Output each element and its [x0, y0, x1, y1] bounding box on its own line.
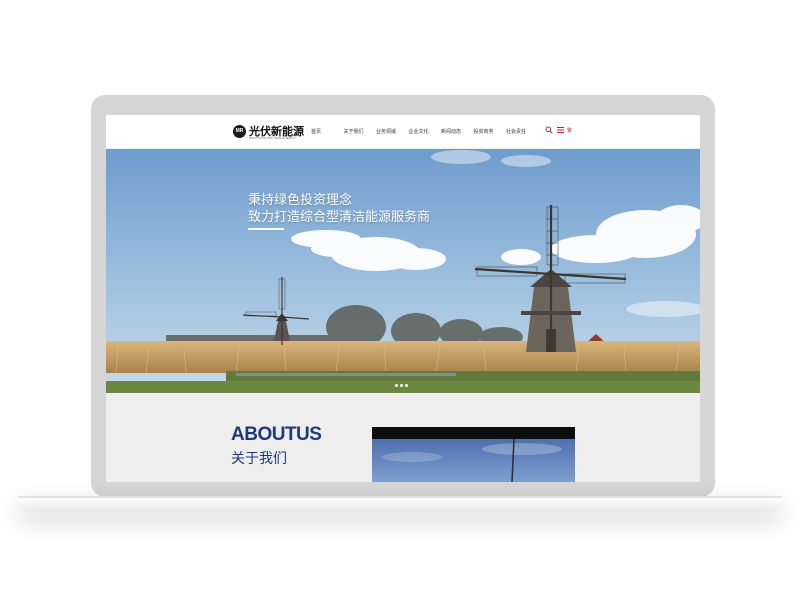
nav-item-responsibility[interactable]: 社会责任: [506, 128, 539, 135]
nav-item-home[interactable]: 首页: [311, 128, 344, 135]
search-icon[interactable]: [545, 126, 553, 134]
nav-item-investment[interactable]: 投资商务: [474, 128, 507, 135]
logo-icon[interactable]: MR: [233, 125, 246, 138]
slider-pagination: [395, 384, 408, 387]
site-header: MR 光伏新能源 PHOTOVOLTAIC NEW ENERGY 首页 关于我们…: [106, 115, 700, 149]
about-section: ABOUTUS 关于我们: [106, 393, 700, 482]
nav-item-business[interactable]: 业务领域: [376, 128, 409, 135]
slider-dot-3[interactable]: [405, 384, 408, 387]
hero-banner: 秉持绿色投资理念 致力打造综合型清洁能源服务商: [106, 149, 700, 393]
hero-line-1: 秉持绿色投资理念: [248, 192, 353, 207]
hero-line-2: 致力打造综合型清洁能源服务商: [248, 209, 431, 224]
about-image: [372, 427, 575, 482]
nav-item-news[interactable]: 新闻动态: [441, 128, 474, 135]
logo-subtitle: PHOTOVOLTAIC NEW ENERGY: [249, 136, 296, 140]
nav-item-about[interactable]: 关于我们: [344, 128, 377, 135]
nav-item-culture[interactable]: 企业文化: [409, 128, 442, 135]
about-photo: [372, 427, 575, 482]
slider-dot-1[interactable]: [395, 384, 398, 387]
hero-underline: [248, 228, 284, 230]
about-title-en: ABOUTUS: [231, 424, 322, 445]
browser-screen: MR 光伏新能源 PHOTOVOLTAIC NEW ENERGY 首页 关于我们…: [106, 115, 700, 482]
slider-dot-2[interactable]: [400, 384, 403, 387]
main-nav: 首页 关于我们 业务领域 企业文化 新闻动态 投资商务 社会责任: [311, 128, 539, 135]
language-toggle[interactable]: 繁: [567, 127, 572, 134]
about-title-cn: 关于我们: [231, 450, 287, 466]
hero-image: [106, 149, 700, 393]
hero-headline: 秉持绿色投资理念 致力打造综合型清洁能源服务商: [248, 191, 430, 225]
menu-icon[interactable]: [557, 127, 564, 133]
laptop-base: [18, 498, 782, 508]
laptop-frame: MR 光伏新能源 PHOTOVOLTAIC NEW ENERGY 首页 关于我们…: [91, 95, 715, 497]
